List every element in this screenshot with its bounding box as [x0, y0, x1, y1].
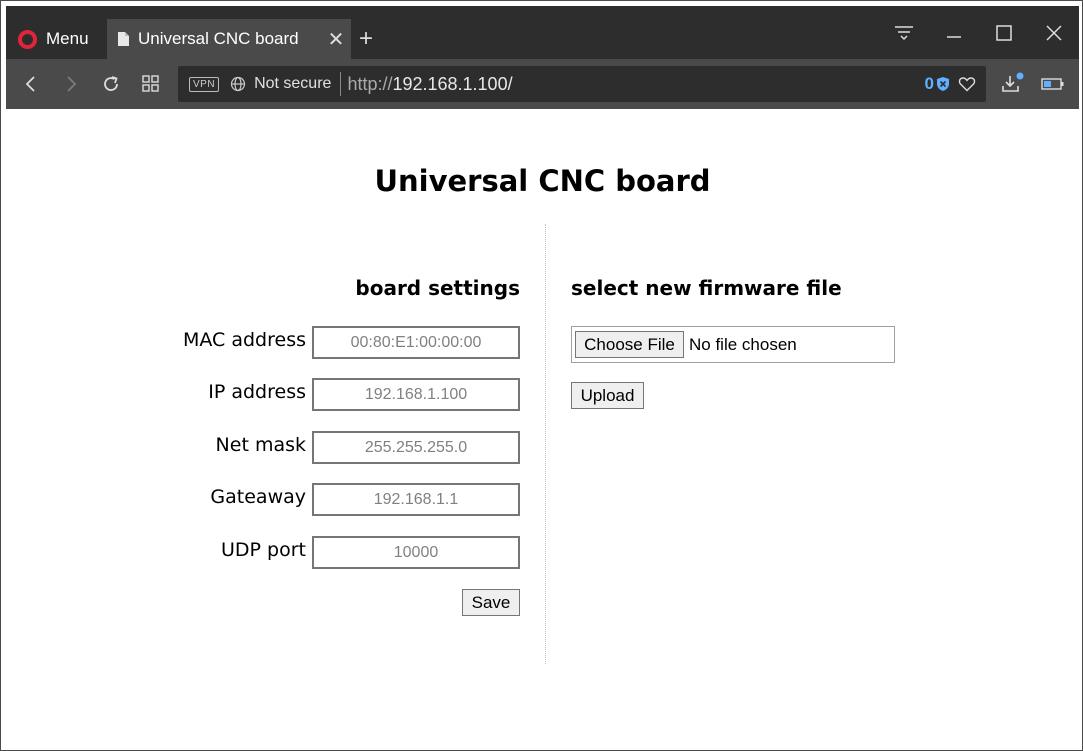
back-icon[interactable]	[16, 69, 46, 99]
choose-file-button[interactable]: Choose File	[575, 331, 684, 358]
minimize-icon[interactable]	[934, 16, 974, 50]
column-divider	[545, 224, 546, 664]
maximize-icon[interactable]	[984, 16, 1024, 50]
gateway-row: Gateaway	[6, 483, 526, 517]
gateway-input[interactable]	[312, 483, 520, 516]
globe-icon[interactable]	[230, 76, 246, 92]
net-mask-label: Net mask	[215, 434, 306, 456]
ip-address-input[interactable]	[312, 378, 520, 411]
close-window-icon[interactable]	[1034, 16, 1074, 50]
udp-port-row: UDP port	[6, 536, 526, 570]
board-settings-heading: board settings	[355, 276, 520, 300]
mac-address-label: MAC address	[182, 329, 306, 351]
blocked-count: 0	[924, 74, 934, 93]
net-mask-input[interactable]	[312, 431, 520, 464]
url-host: 192.168.1.100/	[392, 73, 513, 94]
firmware-file-input[interactable]: Choose File No file chosen	[571, 326, 895, 363]
tab-active[interactable]: Universal CNC board ✕	[107, 19, 351, 59]
url-separator	[340, 72, 342, 96]
mac-address-input[interactable]	[312, 326, 520, 359]
forward-icon[interactable]	[56, 69, 86, 99]
save-button[interactable]: Save	[462, 589, 520, 616]
ad-block-shield-icon	[937, 77, 949, 91]
address-bar[interactable]: VPN Not secure http://192.168.1.100/ 0	[178, 66, 986, 102]
downloads-icon[interactable]	[996, 69, 1030, 99]
firmware-heading: select new firmware file	[571, 276, 842, 300]
vpn-badge[interactable]: VPN	[189, 76, 220, 92]
tab-menu-icon[interactable]	[884, 16, 924, 50]
url-scheme: http://	[347, 73, 393, 94]
file-status-text: No file chosen	[689, 334, 797, 354]
tab-title: Universal CNC board	[138, 29, 299, 48]
opera-menu-button[interactable]: Menu	[6, 22, 104, 56]
page-icon	[118, 32, 129, 46]
speed-dial-icon[interactable]	[136, 69, 166, 99]
menu-label: Menu	[46, 29, 89, 48]
reload-icon[interactable]	[96, 69, 126, 99]
new-tab-button[interactable]: +	[354, 24, 378, 54]
upload-button[interactable]: Upload	[571, 382, 644, 409]
navigation-bar: VPN Not secure http://192.168.1.100/ 0	[6, 59, 1079, 109]
opera-logo-icon	[18, 29, 37, 49]
url-text[interactable]: http://192.168.1.100/	[347, 74, 924, 95]
security-status[interactable]: Not secure	[254, 75, 331, 93]
battery-saver-icon[interactable]	[1036, 69, 1070, 99]
net-mask-row: Net mask	[6, 431, 526, 465]
page-content: Universal CNC board board settings MAC a…	[6, 109, 1079, 746]
browser-window: Menu Universal CNC board ✕ + VPN Not sec…	[0, 0, 1083, 751]
udp-port-input[interactable]	[312, 536, 520, 569]
ad-blocker-indicator[interactable]: 0	[925, 74, 950, 94]
page-title: Universal CNC board	[374, 164, 711, 198]
ip-address-label: IP address	[208, 381, 306, 403]
ip-address-row: IP address	[6, 378, 526, 412]
tab-close-icon[interactable]: ✕	[321, 27, 351, 52]
bookmark-heart-icon[interactable]	[958, 75, 976, 93]
gateway-label: Gateaway	[210, 486, 306, 508]
tab-bar: Menu Universal CNC board ✕ +	[6, 6, 1079, 59]
udp-port-label: UDP port	[221, 539, 306, 561]
mac-address-row: MAC address	[6, 326, 526, 360]
